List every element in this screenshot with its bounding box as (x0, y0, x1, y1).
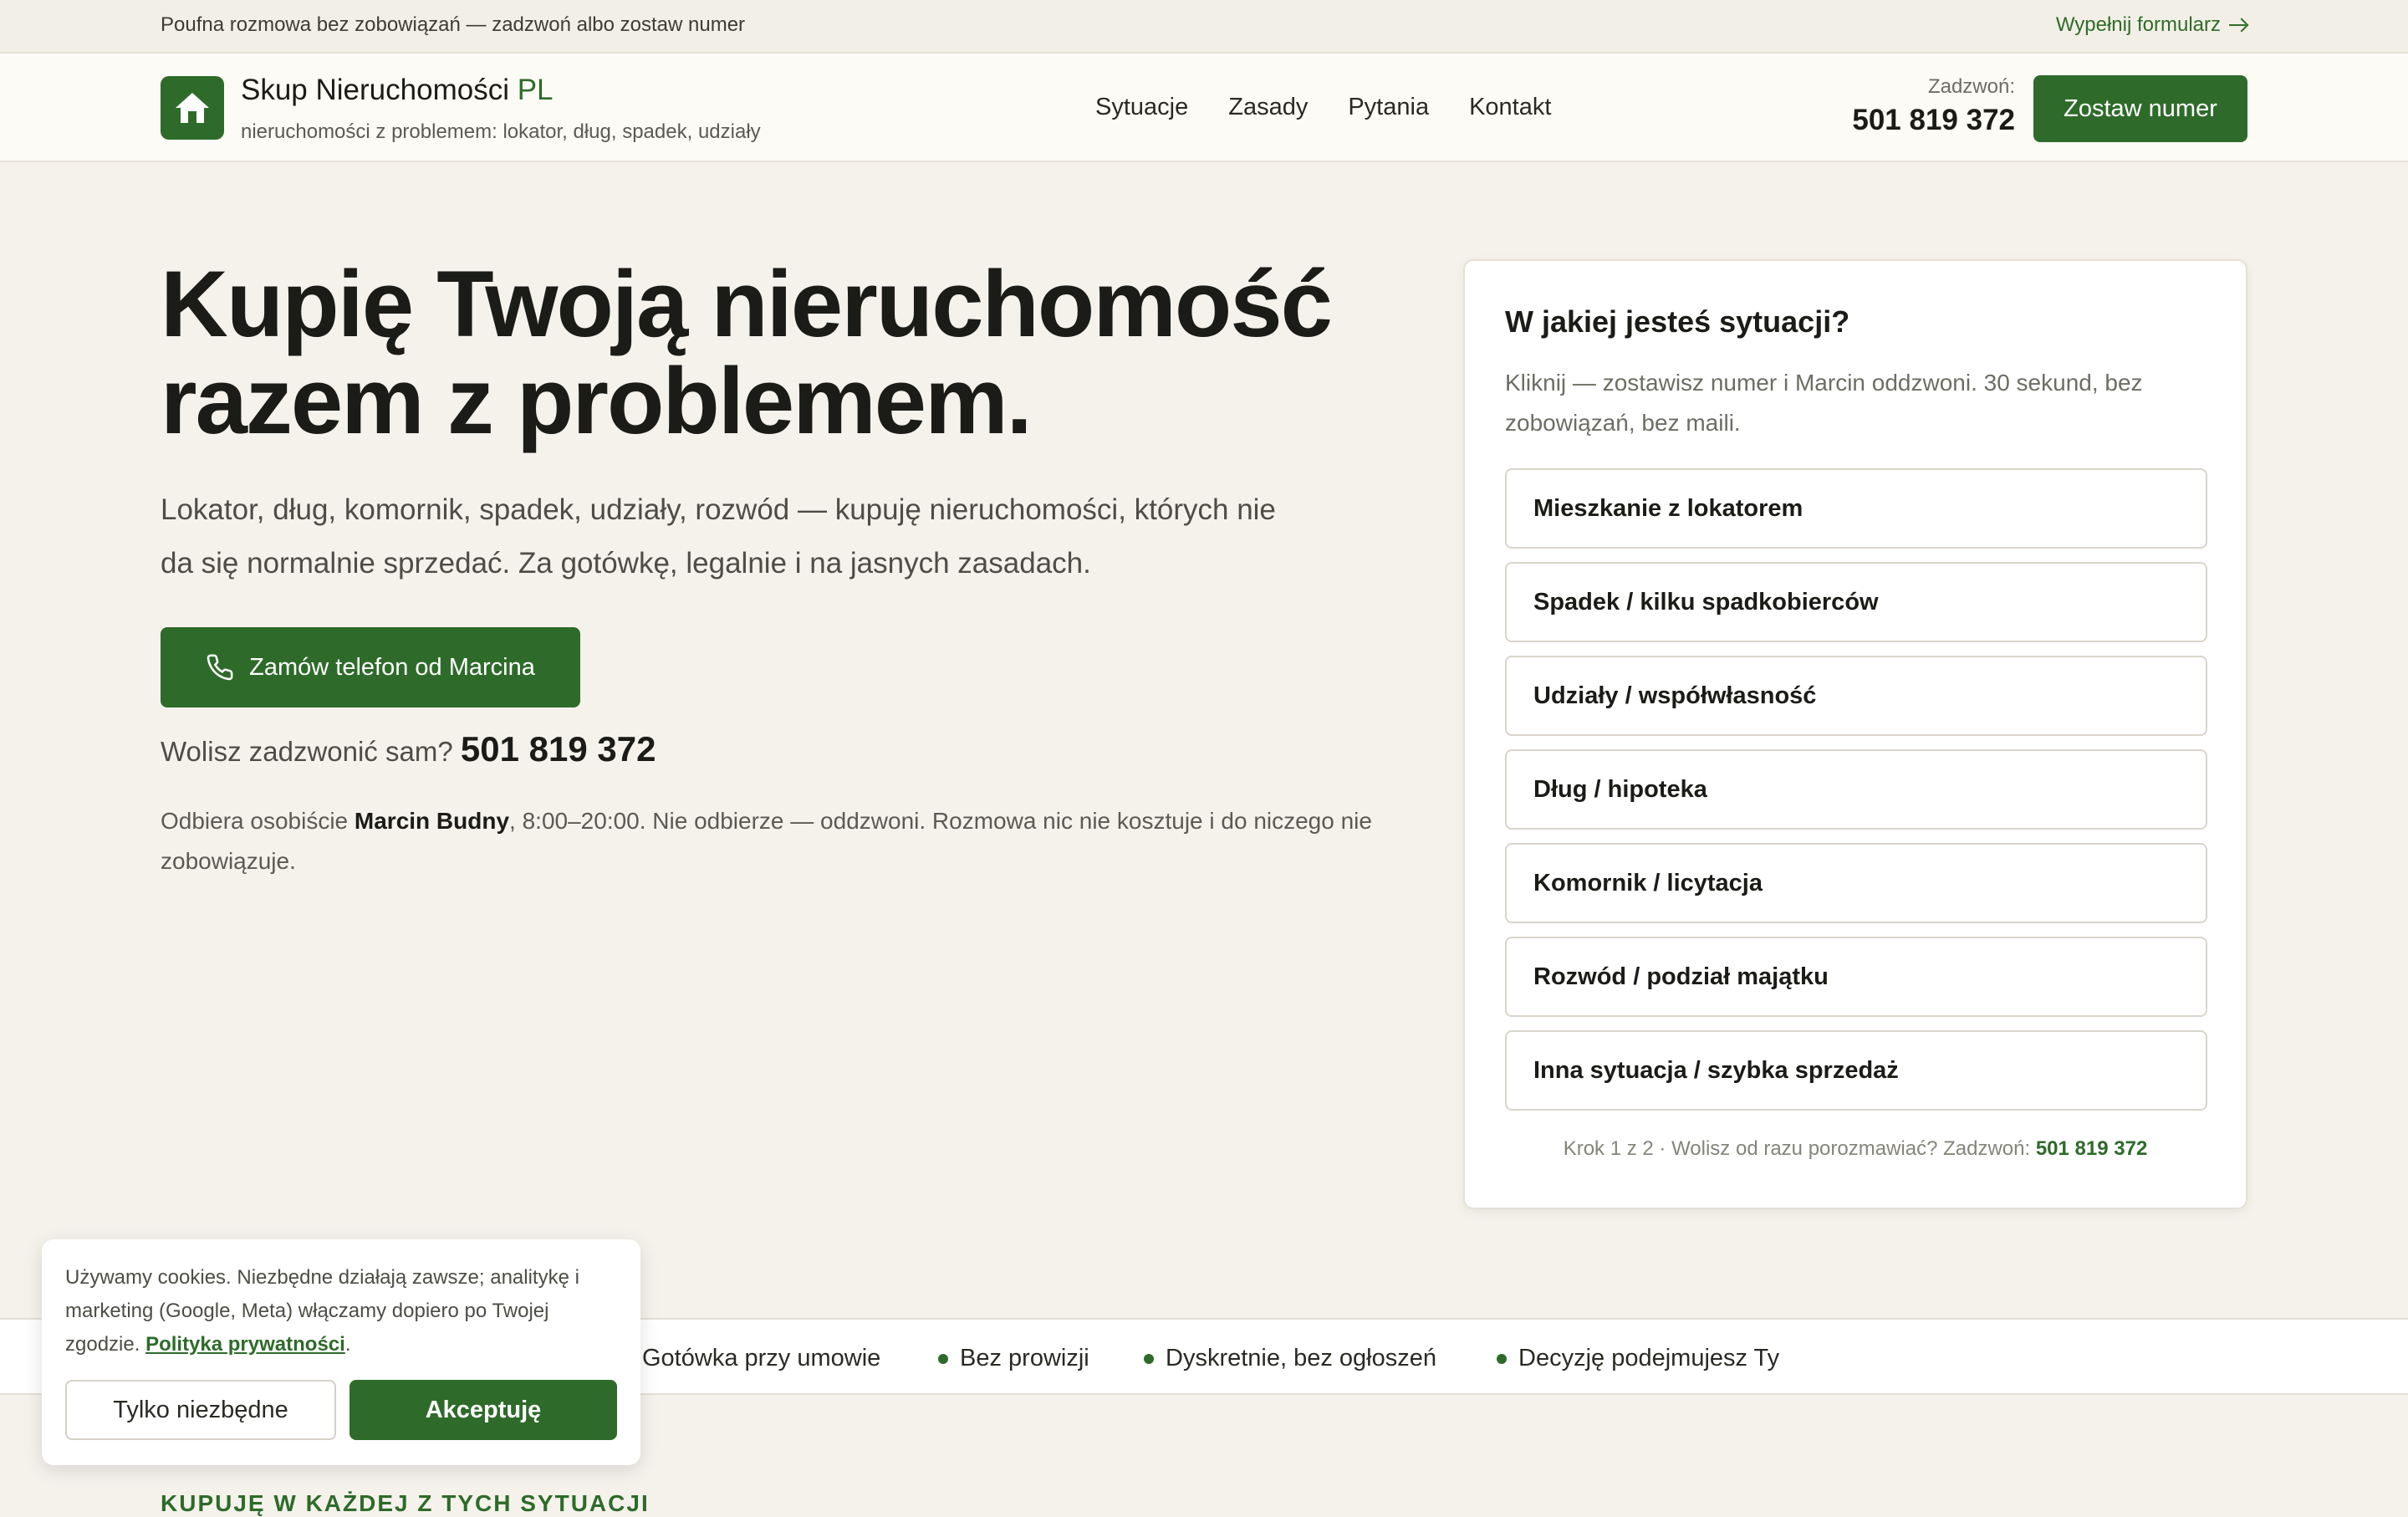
nav-item-sytuacje[interactable]: Sytuacje (1095, 94, 1188, 121)
hero-title-line-2: razem z problemem. (161, 349, 1033, 453)
call-yourself-text: Wolisz zadzwonić sam? (161, 736, 453, 767)
answer-name: Marcin Budny (354, 808, 510, 834)
bullet-dot-icon (1144, 1353, 1154, 1364)
order-call-label: Zamów telefon od Marcina (249, 653, 535, 681)
cookie-banner: Używamy cookies. Niezbędne działają zaws… (42, 1239, 640, 1465)
benefit-label: Decyzję podejmujesz Ty (1518, 1345, 1780, 1371)
option-inheritance[interactable]: Spadek / kilku spadkobierców (1505, 562, 2207, 642)
situation-panel: W jakiej jesteś sytuacji? Kliknij — zost… (1463, 259, 2247, 1209)
header-phone-link[interactable]: 501 819 372 (1852, 104, 2015, 137)
necessary-only-button[interactable]: Tylko niezbędne (65, 1380, 336, 1440)
call-label: Zadzwoń: (1927, 75, 2015, 98)
bullet-dot-icon (938, 1353, 948, 1364)
hero-phone-link[interactable]: 501 819 372 (461, 729, 656, 769)
situations-section-heading: KUPUJĘ W KAŻDEJ Z TYCH SYTUACJI (161, 1490, 650, 1516)
nav-item-zasady[interactable]: Zasady (1228, 94, 1308, 121)
benefit-item: Dyskretnie, bez ogłoszeń (1144, 1345, 1436, 1372)
bullet-dot-icon (1497, 1353, 1507, 1364)
benefit-item: Gotówka przy umowie (642, 1345, 880, 1372)
main-nav: Sytuacje Zasady Pytania Kontakt (1095, 94, 1551, 121)
arrow-right-icon (2229, 17, 2247, 33)
hero-subtitle: Lokator, dług, komornik, spadek, udziały… (161, 493, 1276, 580)
answer-info: Odbiera osobiście Marcin Budny, 8:00–20:… (161, 801, 1398, 881)
fill-form-link[interactable]: Wypełnij formularz (2056, 13, 2247, 37)
hero-title-line-1: Kupię Twoją nieruchomość (161, 252, 1333, 356)
option-tenant[interactable]: Mieszkanie z lokatorem (1505, 468, 2207, 549)
top-bar: Poufna rozmowa bez zobowiązań — zadzwoń … (0, 0, 2408, 54)
option-divorce[interactable]: Rozwód / podział majątku (1505, 937, 2207, 1017)
benefit-label: Dyskretnie, bez ogłoszeń (1166, 1345, 1436, 1371)
benefit-item: Bez prowizji (938, 1345, 1089, 1372)
top-bar-note: Poufna rozmowa bez zobowiązań — zadzwoń … (161, 13, 746, 36)
panel-phone-link[interactable]: 501 819 372 (2036, 1137, 2147, 1160)
panel-description: Kliknij — zostawisz numer i Marcin oddzw… (1505, 370, 2143, 436)
step-indicator: Krok 1 z 2 · Wolisz od razu porozmawiać?… (1465, 1137, 2246, 1161)
fill-form-label: Wypełnij formularz (2055, 13, 2221, 36)
benefit-label: Bez prowizji (960, 1345, 1089, 1371)
hero-title: Kupię Twoją nieruchomość razem z problem… (161, 256, 1465, 450)
benefit-item: Decyzję podejmujesz Ty (1497, 1345, 1779, 1372)
site-header: Skup Nieruchomości PL nieruchomości z pr… (0, 54, 2408, 162)
brand-name[interactable]: Skup Nieruchomości PL (241, 74, 554, 107)
cookie-text: Używamy cookies. Niezbędne działają zaws… (65, 1266, 579, 1356)
option-debt[interactable]: Dług / hipoteka (1505, 749, 2207, 830)
privacy-policy-link[interactable]: Polityka prywatności (145, 1333, 345, 1356)
option-shares[interactable]: Udziały / współwłasność (1505, 656, 2207, 736)
brand-accent: PL (517, 74, 554, 106)
situation-options: Mieszkanie z lokatorem Spadek / kilku sp… (1505, 468, 2207, 1124)
call-yourself: Wolisz zadzwonić sam? 501 819 372 (161, 729, 656, 769)
nav-item-pytania[interactable]: Pytania (1348, 94, 1429, 121)
accept-cookies-button[interactable]: Akceptuję (349, 1380, 617, 1440)
benefit-label: Gotówka przy umowie (642, 1345, 881, 1371)
brand-main: Skup Nieruchomości (241, 74, 509, 106)
brand-tagline: nieruchomości z problemem: lokator, dług… (241, 120, 761, 143)
leave-number-button[interactable]: Zostaw numer (2033, 75, 2247, 142)
panel-title: W jakiej jesteś sytuacji? (1505, 304, 1850, 339)
nav-item-kontakt[interactable]: Kontakt (1469, 94, 1551, 121)
option-other[interactable]: Inna sytuacja / szybka sprzedaż (1505, 1030, 2207, 1111)
home-icon[interactable] (161, 76, 224, 140)
phone-icon (207, 654, 233, 681)
step-text: Krok 1 z 2 · Wolisz od razu porozmawiać?… (1563, 1137, 2031, 1160)
order-call-button[interactable]: Zamów telefon od Marcina (161, 627, 580, 707)
answer-pre: Odbiera osobiście (161, 808, 349, 834)
option-bailiff[interactable]: Komornik / licytacja (1505, 843, 2207, 923)
